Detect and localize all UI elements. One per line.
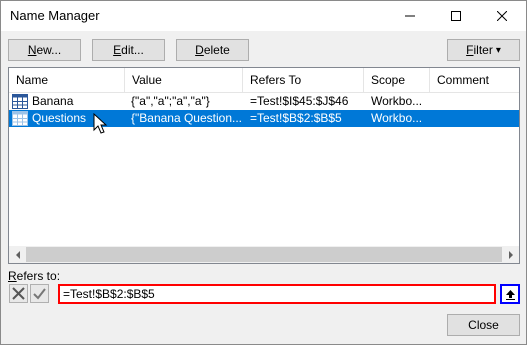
row-refers-to: =Test!$B$2:$B$5: [250, 111, 342, 125]
confirm-edit-button[interactable]: [30, 284, 49, 303]
row-scope: Workbo...: [371, 94, 423, 108]
column-header-name[interactable]: Name: [9, 68, 125, 93]
name-manager-dialog: Name Manager New... Edit... Delete Filte…: [0, 0, 527, 345]
collapse-dialog-icon: [505, 289, 515, 300]
edit-button-label: Edit...: [113, 43, 144, 57]
chevron-right-icon: [508, 250, 513, 259]
minimize-icon: [405, 15, 415, 17]
scrollbar-thumb[interactable]: [26, 247, 502, 262]
chevron-left-icon: [15, 250, 20, 259]
row-value: {"Banana Question...: [131, 111, 241, 125]
close-window-button[interactable]: [479, 1, 525, 31]
row-scope: Workbo...: [371, 111, 423, 125]
list-item[interactable]: Banana {"a","a";"a","a"} =Test!$I$45:$J$…: [9, 93, 519, 110]
refers-to-input[interactable]: [58, 284, 496, 304]
column-header-row: Name Value Refers To Scope Comment: [9, 68, 519, 93]
checkmark-icon: [33, 288, 46, 300]
window-title: Name Manager: [10, 8, 100, 23]
new-button[interactable]: New...: [8, 39, 81, 61]
horizontal-scrollbar[interactable]: [9, 246, 519, 263]
scroll-left-button[interactable]: [9, 246, 26, 263]
column-header-scope[interactable]: Scope: [364, 68, 430, 93]
list-item-selected[interactable]: Questions {"Banana Question... =Test!$B$…: [9, 110, 519, 127]
scroll-right-button[interactable]: [502, 246, 519, 263]
maximize-icon: [451, 11, 461, 21]
close-icon: [497, 11, 507, 21]
delete-button[interactable]: Delete: [176, 39, 249, 61]
close-button[interactable]: Close: [447, 314, 520, 336]
chevron-down-icon: ▾: [495, 44, 501, 56]
refers-to-label: Refers to:: [8, 269, 61, 283]
maximize-button[interactable]: [433, 1, 479, 31]
title-bar: Name Manager: [1, 1, 526, 31]
row-refers-to: =Test!$I$45:$J$46: [250, 94, 349, 108]
mouse-pointer-icon: [93, 113, 108, 134]
new-button-label: New...: [27, 43, 62, 57]
collapse-dialog-button[interactable]: [500, 284, 520, 304]
names-list[interactable]: Name Value Refers To Scope Comment Banan…: [8, 67, 520, 264]
cancel-edit-button[interactable]: [9, 284, 28, 303]
edit-button[interactable]: Edit...: [92, 39, 165, 61]
minimize-button[interactable]: [387, 1, 433, 31]
column-header-comment[interactable]: Comment: [430, 68, 519, 93]
row-value: {"a","a";"a","a"}: [131, 94, 210, 108]
range-grid-icon: [12, 111, 28, 126]
cancel-x-icon: [12, 287, 25, 300]
filter-button-label: Filter: [466, 43, 493, 57]
delete-button-label: Delete: [195, 43, 230, 57]
column-header-refers-to[interactable]: Refers To: [243, 68, 364, 93]
range-grid-icon: [12, 94, 28, 109]
filter-button[interactable]: Filter ▾: [447, 39, 520, 61]
column-header-value[interactable]: Value: [125, 68, 243, 93]
row-name: Banana: [32, 94, 74, 108]
row-name: Questions: [32, 111, 87, 125]
